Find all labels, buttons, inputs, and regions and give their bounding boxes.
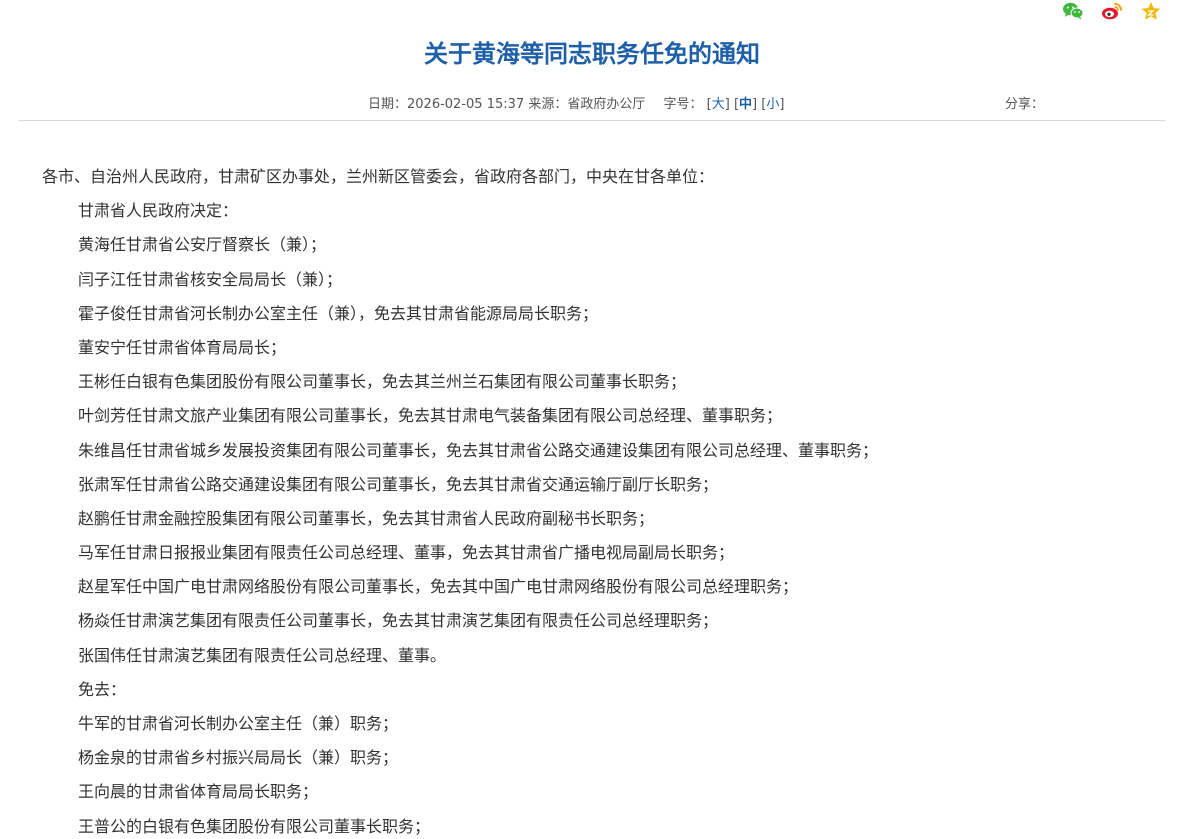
paragraph: 王向晨的甘肃省体育局局长职务； bbox=[78, 782, 319, 802]
paragraph: 免去： bbox=[78, 679, 127, 699]
paragraph: 闫子江任甘肃省核安全局局长（兼）； bbox=[78, 269, 343, 289]
fontsize-medium-button[interactable]: 中 bbox=[739, 97, 752, 112]
publish-date: 2026-02-05 15:37 bbox=[407, 97, 525, 112]
wechat-icon[interactable] bbox=[1062, 1, 1084, 21]
paragraph: 甘肃省人民政府决定： bbox=[78, 201, 239, 221]
weibo-icon[interactable] bbox=[1101, 1, 1123, 21]
source-name: 省政府办公厅 bbox=[567, 97, 646, 112]
paragraph: 张国伟任甘肃演艺集团有限责任公司总经理、董事。 bbox=[78, 645, 447, 665]
paragraph: 马军任甘肃日报报业集团有限责任公司总经理、董事，免去其甘肃省广播电视局副局长职务… bbox=[78, 543, 735, 563]
date-label: 日期： bbox=[368, 97, 408, 112]
fontsize-small-button[interactable]: 小 bbox=[766, 97, 779, 112]
favorite-star-icon[interactable] bbox=[1140, 1, 1162, 21]
share-label: 分享： bbox=[1005, 97, 1045, 112]
paragraph: 董安宁任甘肃省体育局局长； bbox=[78, 337, 287, 357]
fontsize-label: 字号： bbox=[663, 97, 703, 112]
salutation: 各市、自治州人民政府，甘肃矿区办事处，兰州新区管委会，省政府各部门，中央在甘各单… bbox=[42, 167, 715, 186]
paragraph: 霍子俊任甘肃省河长制办公室主任（兼），免去其甘肃省能源局局长职务； bbox=[78, 303, 599, 323]
paragraph: 杨金泉的甘肃省乡村振兴局局长（兼）职务； bbox=[78, 748, 399, 768]
article-body: 各市、自治州人民政府，甘肃矿区办事处，兰州新区管委会，省政府各部门，中央在甘各单… bbox=[42, 160, 1162, 839]
fontsize-large-button[interactable]: 大 bbox=[712, 97, 725, 112]
paragraph: 赵星军任中国广电甘肃网络股份有限公司董事长，免去其中国广电甘肃网络股份有限公司总… bbox=[78, 577, 799, 597]
article-meta-bar: 日期：2026-02-05 15:37 来源：省政府办公厅 字号： [大] [中… bbox=[0, 94, 1184, 116]
paragraph: 牛军的甘肃省河长制办公室主任（兼）职务； bbox=[78, 714, 399, 733]
paragraph: 叶剑芳任甘肃文旅产业集团有限公司董事长，免去其甘肃电气装备集团有限公司总经理、董… bbox=[78, 406, 783, 426]
page-title: 关于黄海等同志职务任免的通知 bbox=[424, 40, 760, 68]
source-label: 来源： bbox=[528, 97, 568, 112]
paragraph: 王彬任白银有色集团股份有限公司董事长，免去其兰州兰石集团有限公司董事长职务； bbox=[78, 372, 687, 392]
header-divider bbox=[18, 120, 1166, 121]
paragraph: 张肃军任甘肃省公路交通建设集团有限公司董事长，免去其甘肃省交通运输厅副厅长职务； bbox=[78, 474, 719, 494]
paragraph: 朱维昌任甘肃省城乡发展投资集团有限公司董事长，免去其甘肃省公路交通建设集团有限公… bbox=[78, 440, 879, 460]
paragraph: 王普公的白银有色集团股份有限公司董事长职务； bbox=[78, 816, 431, 836]
paragraph: 杨焱任甘肃演艺集团有限责任公司董事长，免去其甘肃演艺集团有限责任公司总经理职务； bbox=[78, 611, 719, 631]
paragraph: 黄海任甘肃省公安厅督察长（兼）； bbox=[78, 235, 327, 255]
paragraph: 赵鹏任甘肃金融控股集团有限公司董事长，免去其甘肃省人民政府副秘书长职务； bbox=[78, 508, 655, 528]
article-info: 日期：2026-02-05 15:37 来源：省政府办公厅 字号： [大] [中… bbox=[368, 97, 785, 112]
